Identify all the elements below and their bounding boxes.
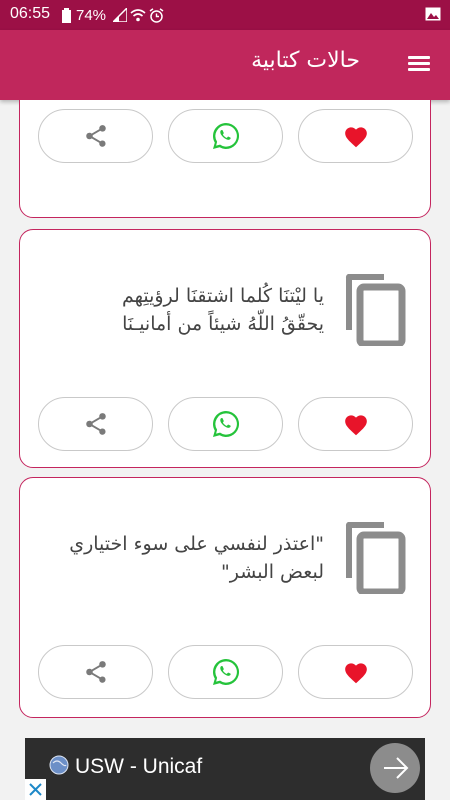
share-icon: [85, 125, 106, 147]
ad-banner[interactable]: USW - Unicaf: [25, 738, 425, 800]
close-icon: [29, 783, 42, 796]
ad-open-button[interactable]: [370, 743, 420, 793]
status-text-line: "اعتذر لنفسي على سوء اختياري: [69, 533, 324, 555]
battery-percent: 74%: [76, 6, 107, 24]
alarm-icon: [149, 7, 164, 23]
heart-icon: [344, 415, 367, 436]
status-card: [19, 100, 431, 218]
whatsapp-icon: [212, 122, 239, 149]
status-text-line: لبعض البشر": [221, 561, 324, 583]
whatsapp-icon: [212, 410, 239, 437]
status-text-line: يا ليْتنَا كُلما اشتقنَا لرؤيتِهم: [121, 285, 324, 307]
status-time: 06:55: [10, 5, 51, 22]
battery-icon: [62, 7, 71, 23]
status-text: يا ليْتنَا كُلما اشتقنَا لرؤيتِهم يحقّقُ…: [54, 282, 324, 338]
share-icon: [85, 413, 106, 435]
copy-icon[interactable]: [344, 522, 406, 594]
like-button[interactable]: [298, 397, 413, 451]
like-button[interactable]: [298, 645, 413, 699]
whatsapp-icon: [212, 659, 239, 685]
ad-text[interactable]: USW - Unicaf: [75, 755, 202, 779]
signal-icon: [113, 8, 128, 22]
status-icons: 74%: [62, 6, 164, 24]
share-button[interactable]: [38, 397, 153, 451]
menu-icon[interactable]: [408, 53, 434, 77]
whatsapp-button[interactable]: [168, 109, 283, 163]
share-icon: [85, 661, 106, 683]
status-text: "اعتذر لنفسي على سوء اختياري لبعض البشر": [54, 530, 324, 586]
heart-icon: [344, 127, 367, 148]
status-text-line: يحقّقُ اللّهُ شيئاً من أمانيـنَا: [122, 313, 324, 335]
share-button[interactable]: [38, 645, 153, 699]
status-bar: 06:55 74%: [0, 0, 450, 30]
status-card: يا ليْتنَا كُلما اشتقنَا لرؤيتِهم يحقّقُ…: [19, 229, 431, 468]
image-notification-icon: [425, 7, 441, 21]
arrow-right-icon: [384, 757, 409, 779]
whatsapp-button[interactable]: [168, 645, 283, 699]
heart-icon: [344, 663, 367, 684]
share-button[interactable]: [38, 109, 153, 163]
globe-icon: [49, 755, 69, 775]
copy-icon[interactable]: [344, 274, 406, 346]
status-card: "اعتذر لنفسي على سوء اختياري لبعض البشر": [19, 477, 431, 718]
cards-list[interactable]: يا ليْتنَا كُلما اشتقنَا لرؤيتِهم يحقّقُ…: [0, 100, 450, 732]
wifi-icon: [130, 9, 146, 22]
like-button[interactable]: [298, 109, 413, 163]
app-bar: حالات كتابية: [0, 30, 450, 100]
ad-close-button[interactable]: [25, 779, 46, 800]
app-title: حالات كتابية: [251, 48, 360, 73]
whatsapp-button[interactable]: [168, 397, 283, 451]
